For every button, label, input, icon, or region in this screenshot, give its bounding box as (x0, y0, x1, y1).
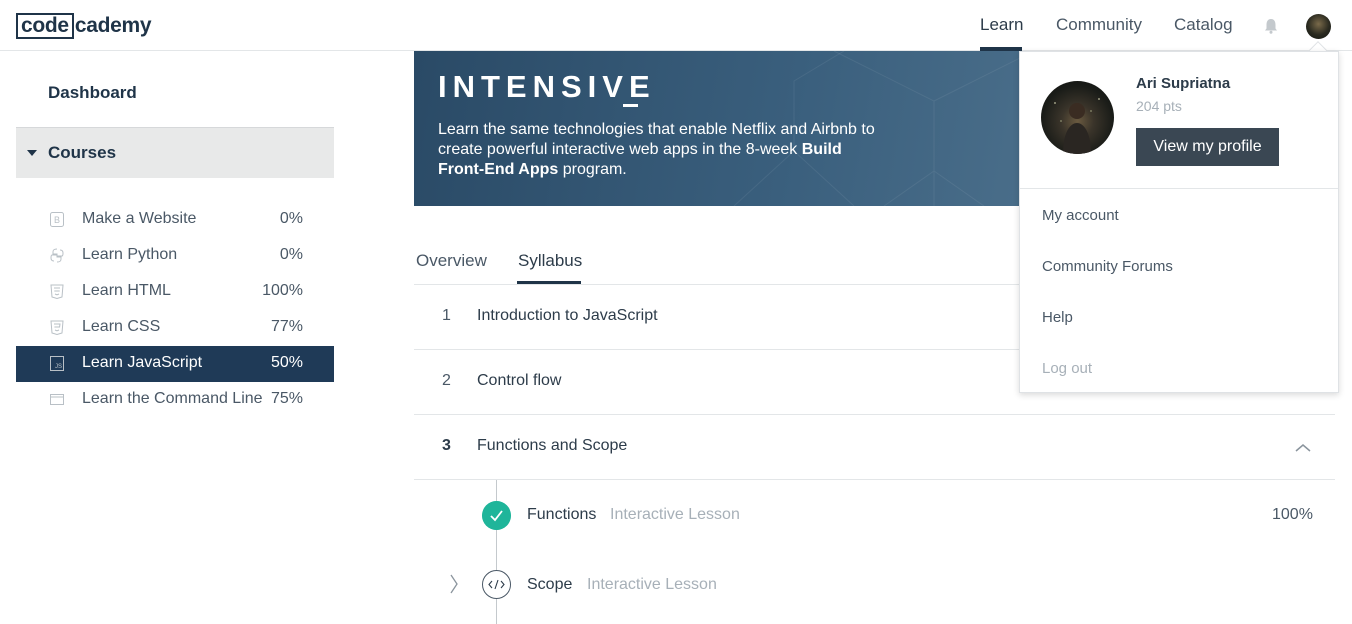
menu-item-my-account[interactable]: My account (1042, 207, 1119, 224)
lesson-type: Interactive Lesson (610, 506, 740, 523)
lesson-progress: 100% (1272, 506, 1313, 523)
nav-learn[interactable]: Learn (980, 15, 1023, 35)
unit-number: 2 (442, 372, 451, 389)
menu-item-help[interactable]: Help (1042, 309, 1073, 326)
svg-text:B: B (54, 215, 60, 225)
css3-icon (50, 320, 64, 335)
chevron-up-icon[interactable] (1295, 443, 1311, 453)
sidebar-course-learn-css[interactable]: Learn CSS 77% (16, 310, 334, 346)
bell-icon[interactable] (1262, 17, 1280, 35)
course-progress: 75% (270, 390, 303, 407)
user-avatar-button[interactable] (1306, 14, 1331, 39)
courses-label: Courses (48, 143, 117, 162)
html5-icon (50, 284, 64, 299)
unit-title: Introduction to JavaScript (477, 307, 658, 324)
unit-title: Functions and Scope (477, 437, 628, 454)
codecademy-logo[interactable]: code cademy (16, 13, 152, 39)
unit-title: Control flow (477, 372, 562, 389)
profile-dropdown: Ari Supriatna 204 pts View my profile My… (1019, 51, 1339, 393)
nav-catalog[interactable]: Catalog (1174, 15, 1233, 35)
view-profile-button[interactable]: View my profile (1136, 128, 1279, 166)
chevron-right-icon[interactable] (449, 574, 459, 594)
sidebar-course-learn-javascript[interactable]: JS Learn JavaScript 50% (16, 346, 334, 382)
banner-description: Learn the same technologies that enable … (438, 121, 875, 178)
sidebar-course-learn-python[interactable]: Learn Python 0% (16, 238, 334, 274)
bootstrap-icon: B (50, 212, 64, 227)
sidebar-course-make-a-website[interactable]: B Make a Website 0% (16, 202, 334, 238)
banner-title: INTENSIVE (438, 69, 656, 104)
syllabus-unit-open[interactable]: 3 Functions and Scope (414, 415, 1335, 480)
tab-overview[interactable]: Overview (416, 251, 487, 271)
course-progress: 100% (262, 282, 303, 299)
course-name: Make a Website (82, 210, 197, 227)
course-progress: 50% (270, 354, 303, 371)
course-name: Learn the Command Line (82, 390, 263, 407)
check-icon (482, 501, 511, 530)
profile-avatar (1041, 81, 1114, 154)
python-icon (50, 248, 64, 263)
course-progress: 0% (279, 246, 303, 263)
course-name: Learn JavaScript (82, 354, 203, 371)
terminal-icon (50, 394, 64, 405)
courses-section-toggle[interactable]: Courses (16, 127, 334, 178)
menu-item-log-out[interactable]: Log out (1042, 360, 1092, 377)
course-name: Learn CSS (82, 318, 161, 335)
code-icon (482, 570, 511, 599)
caret-down-icon (27, 150, 37, 156)
js-icon: JS (50, 356, 64, 371)
lesson-name[interactable]: Functions (527, 506, 596, 524)
sidebar-course-learn-html[interactable]: Learn HTML 100% (16, 274, 334, 310)
logo-boxed-text: code (16, 13, 74, 39)
course-name: Learn HTML (82, 282, 171, 299)
profile-name: Ari Supriatna (1136, 75, 1231, 92)
svg-text:JS: JS (55, 364, 62, 370)
logo-text: cademy (74, 14, 152, 37)
lesson-name[interactable]: Scope (527, 576, 572, 594)
unit-number: 1 (442, 307, 451, 324)
top-nav: code cademy Learn Community Catalog (0, 0, 1352, 51)
unit-number: 3 (442, 437, 451, 454)
profile-points: 204 pts (1136, 98, 1182, 114)
intensive-banner[interactable]: INTENSIVE Learn the same technologies th… (414, 51, 1034, 206)
sidebar-dashboard-link[interactable]: Dashboard (48, 83, 137, 103)
dropdown-divider (1020, 188, 1338, 189)
tab-syllabus[interactable]: Syllabus (518, 251, 582, 271)
course-name: Learn Python (82, 246, 178, 263)
menu-item-community-forums[interactable]: Community Forums (1042, 258, 1173, 275)
banner-title-accent (623, 104, 638, 107)
nav-community[interactable]: Community (1056, 15, 1142, 35)
lesson-type: Interactive Lesson (587, 576, 717, 593)
sidebar-course-learn-the-command-line[interactable]: Learn the Command Line 75% (16, 382, 334, 418)
course-progress: 77% (270, 318, 303, 335)
course-progress: 0% (279, 210, 303, 227)
